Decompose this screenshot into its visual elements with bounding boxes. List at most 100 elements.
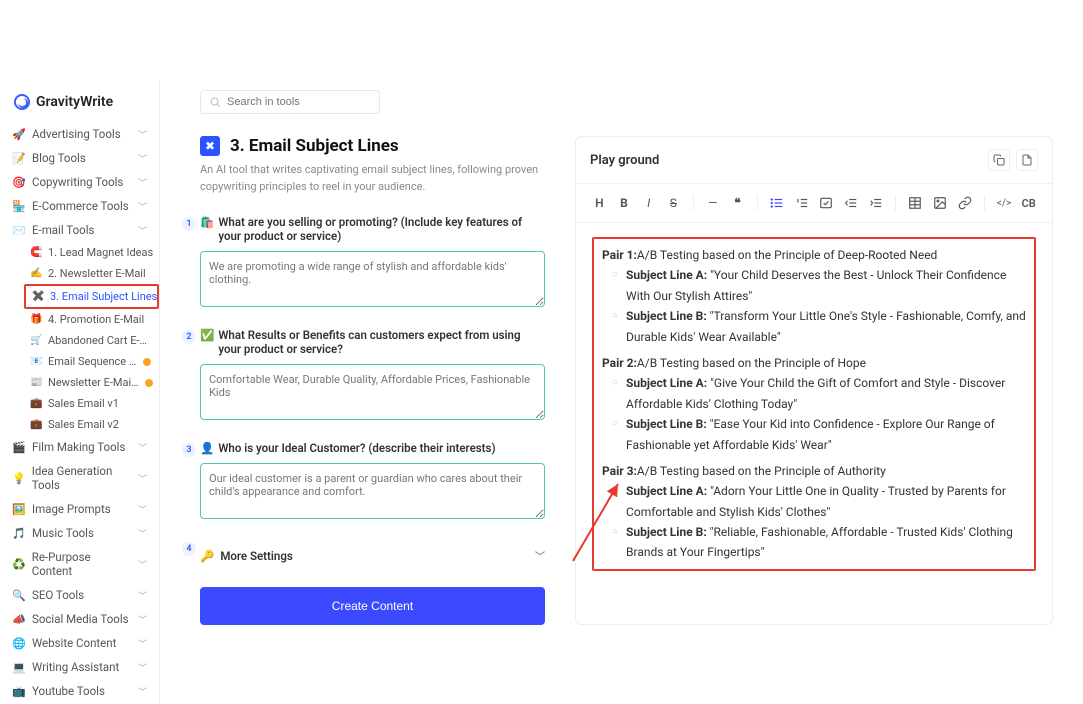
search-box[interactable] — [200, 90, 380, 114]
sidebar-cat-email[interactable]: ✉️E-mail Tools﹀ — [0, 218, 159, 242]
image-button[interactable] — [929, 192, 952, 214]
sidebar-cat-film[interactable]: 🎬Film Making Tools﹀ — [0, 435, 159, 459]
checklist-icon — [819, 196, 833, 210]
document-button[interactable] — [1016, 149, 1038, 171]
sidebar-cat-seo[interactable]: 🔍SEO Tools﹀ — [0, 583, 159, 607]
playground-title: Play ground — [590, 153, 659, 168]
sidebar-cat-music[interactable]: 🎵Music Tools﹀ — [0, 521, 159, 545]
note-icon: 📝 — [12, 152, 26, 165]
briefcase-icon: 💼 — [30, 398, 42, 409]
bullet-list-button[interactable] — [766, 192, 789, 214]
copy-button[interactable] — [988, 149, 1010, 171]
quote-button[interactable]: ❝ — [726, 192, 749, 214]
output-area[interactable]: Pair 1:A/B Testing based on the Principl… — [576, 223, 1052, 585]
selling-textarea[interactable]: We are promoting a wide range of stylish… — [200, 251, 545, 307]
sidebar-cat-image[interactable]: 🖼️Image Prompts﹀ — [0, 497, 159, 521]
target-icon: 🎯 — [12, 176, 26, 189]
field-number-badge: 1 — [182, 217, 196, 231]
sidebar-cat-ecommerce[interactable]: 🏪E-Commerce Tools﹀ — [0, 194, 159, 218]
indent-button[interactable] — [864, 192, 887, 214]
benefits-textarea[interactable]: Comfortable Wear, Durable Quality, Affor… — [200, 364, 545, 420]
search-icon — [209, 96, 221, 108]
customer-textarea[interactable]: Our ideal customer is a parent or guardi… — [200, 463, 545, 519]
italic-button[interactable]: I — [637, 192, 660, 214]
create-content-button[interactable]: Create Content — [200, 587, 545, 625]
image-icon: 🖼️ — [12, 503, 26, 516]
sidebar-item-email-sequence[interactable]: 📧Email Sequence … — [24, 351, 159, 372]
gift-icon: 🎁 — [30, 314, 42, 325]
sidebar-cat-copywriting[interactable]: 🎯Copywriting Tools﹀ — [0, 170, 159, 194]
ordered-list-button[interactable] — [790, 192, 813, 214]
sidebar-cat-repurpose[interactable]: ♻️Re-Purpose Content﹀ — [0, 545, 159, 583]
chevron-down-icon: ﹀ — [138, 661, 147, 674]
sidebar-cat-youtube[interactable]: 📺Youtube Tools﹀ — [0, 679, 159, 703]
chevron-down-icon: ﹀ — [138, 128, 147, 141]
chevron-down-icon: ﹀ — [138, 527, 147, 540]
field-benefits: 2 ✅What Results or Benefits can customer… — [200, 328, 545, 423]
news-icon: 📰 — [30, 377, 42, 388]
output-line: ○Subject Line B: "Reliable, Fashionable,… — [602, 522, 1026, 563]
bullet-icon: ○ — [612, 373, 618, 414]
sidebar-item-subject-lines[interactable]: ✖️3. Email Subject Lines — [24, 284, 159, 309]
output-highlight-box: Pair 1:A/B Testing based on the Principl… — [592, 237, 1036, 571]
link-button[interactable] — [953, 192, 976, 214]
output-line: ○Subject Line B: "Transform Your Little … — [602, 306, 1026, 347]
sidebar-cat-advertising[interactable]: 🚀Advertising Tools﹀ — [0, 122, 159, 146]
output-line: ○Subject Line A: "Adorn Your Little One … — [602, 481, 1026, 522]
field-selling: 1 🛍️What are you selling or promoting? (… — [200, 215, 545, 310]
field-number-badge: 3 — [182, 443, 196, 457]
copy-icon — [993, 154, 1005, 166]
page-title: 3. Email Subject Lines — [230, 136, 399, 156]
sidebar-cat-website[interactable]: 🌐Website Content﹀ — [0, 631, 159, 655]
music-icon: 🎵 — [12, 527, 26, 540]
brand-name: GravityWrite — [36, 94, 113, 110]
ordered-list-icon — [795, 196, 809, 210]
checklist-button[interactable] — [815, 192, 838, 214]
playground-panel: Play ground H B I S — ❝ — [575, 136, 1053, 625]
brand-logo[interactable]: GravityWrite — [0, 86, 159, 122]
chevron-down-icon: ﹀ — [138, 224, 147, 237]
laptop-icon: 💻 — [12, 661, 26, 674]
output-line: ○Subject Line A: "Your Child Deserves th… — [602, 265, 1026, 306]
sidebar-cat-social[interactable]: 📣Social Media Tools﹀ — [0, 607, 159, 631]
briefcase-icon: 💼 — [30, 419, 42, 430]
sidebar-item-newsletter2[interactable]: 📰Newsletter E-Mai… — [24, 372, 159, 393]
chevron-down-icon: ﹀ — [138, 613, 147, 626]
magnet-icon: 🧲 — [30, 247, 42, 258]
chevron-down-icon: ﹀ — [138, 558, 147, 571]
sidebar-cat-blog[interactable]: 📝Blog Tools﹀ — [0, 146, 159, 170]
output-line: ○Subject Line A: "Give Your Child the Gi… — [602, 373, 1026, 414]
mailseq-icon: 📧 — [30, 356, 42, 367]
sidebar-cat-writing[interactable]: 💻Writing Assistant﹀ — [0, 655, 159, 679]
outdent-button[interactable] — [840, 192, 863, 214]
codeblock-button[interactable]: CB — [1017, 192, 1040, 214]
table-icon — [908, 196, 922, 210]
table-button[interactable] — [904, 192, 927, 214]
sidebar-cat-idea[interactable]: 💡Idea Generation Tools﹀ — [0, 459, 159, 497]
sidebar-item-sales-v1[interactable]: 💼Sales Email v1 — [24, 393, 159, 414]
strike-button[interactable]: S — [662, 192, 685, 214]
sidebar-item-lead-magnet[interactable]: 🧲1. Lead Magnet Ideas — [24, 242, 159, 263]
main-content: ✖ 3. Email Subject Lines An AI tool that… — [160, 80, 1083, 704]
bold-button[interactable]: B — [613, 192, 636, 214]
pair-heading: Pair 3:A/B Testing based on the Principl… — [602, 461, 1026, 481]
more-settings-toggle[interactable]: 🔑 More Settings ﹀ — [200, 540, 545, 571]
search-input[interactable] — [227, 96, 371, 108]
link-icon — [958, 196, 972, 210]
chevron-down-icon: ﹀ — [138, 152, 147, 165]
code-button[interactable]: </> — [993, 192, 1016, 214]
page-description: An AI tool that writes captivating email… — [200, 162, 545, 195]
sidebar-item-abandoned-cart[interactable]: 🛒Abandoned Cart E-… — [24, 330, 159, 351]
sidebar-item-sales-v2[interactable]: 💼Sales Email v2 — [24, 414, 159, 435]
bullet-list-icon — [770, 196, 784, 210]
status-dot-icon — [143, 358, 151, 366]
heading-button[interactable]: H — [588, 192, 611, 214]
field-label-text: What are you selling or promoting? (Incl… — [218, 215, 545, 243]
sidebar-item-promotion[interactable]: 🎁4. Promotion E-Mail — [24, 309, 159, 330]
recycle-icon: ♻️ — [12, 558, 26, 571]
hr-button[interactable]: — — [702, 192, 725, 214]
globe-icon: 🌐 — [12, 637, 26, 650]
annotation-arrow-icon — [568, 476, 628, 566]
cart-icon: 🛒 — [30, 335, 42, 346]
sidebar-item-newsletter[interactable]: ✍️2. Newsletter E-Mail — [24, 263, 159, 284]
